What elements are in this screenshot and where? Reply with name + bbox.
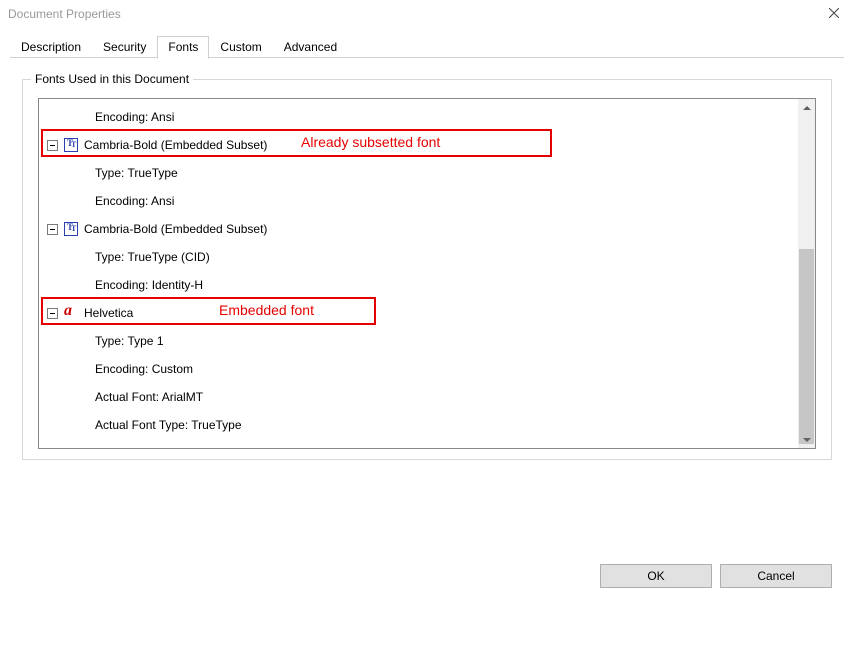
font-tree-item[interactable]: Helvetica xyxy=(39,299,798,327)
scroll-up-button[interactable] xyxy=(798,99,815,116)
tab-label: Security xyxy=(103,40,146,54)
font-tree-detail: Type: Type 1 xyxy=(39,327,798,355)
titlebar: Document Properties xyxy=(0,0,854,28)
scrollbar-thumb[interactable] xyxy=(799,249,814,444)
scroll-down-button[interactable] xyxy=(798,431,815,448)
tree-row-text: Type: TrueType xyxy=(95,166,178,180)
vertical-scrollbar[interactable] xyxy=(798,99,815,448)
close-icon xyxy=(829,7,839,21)
window-title: Document Properties xyxy=(8,7,121,21)
chevron-down-icon xyxy=(803,433,811,447)
tree-row-text: Type: TrueType (CID) xyxy=(95,250,210,264)
tab-label: Advanced xyxy=(284,40,337,54)
tree-row-text: Type: Type 1 xyxy=(95,334,164,348)
font-tree-detail: Actual Font Type: TrueType xyxy=(39,411,798,439)
tab-advanced[interactable]: Advanced xyxy=(273,36,348,58)
ok-button[interactable]: OK xyxy=(600,564,712,588)
tree-expander[interactable] xyxy=(47,224,58,235)
font-tree-item[interactable]: Cambria-Bold (Embedded Subset) xyxy=(39,215,798,243)
tree-row-text: Actual Font Type: TrueType xyxy=(95,418,242,432)
tab-description[interactable]: Description xyxy=(10,36,92,58)
tab-label: Description xyxy=(21,40,81,54)
tab-fonts[interactable]: Fonts xyxy=(157,36,209,59)
tree-row-text: Helvetica xyxy=(84,306,133,320)
font-tree-viewport: Encoding: Ansi Cambria-Bold (Embedded Sub… xyxy=(38,98,816,449)
tree-row-text: Encoding: Ansi xyxy=(95,110,174,124)
font-tree[interactable]: Encoding: Ansi Cambria-Bold (Embedded Sub… xyxy=(39,99,798,439)
tab-custom[interactable]: Custom xyxy=(209,36,272,58)
tabstrip: Description Security Fonts Custom Advanc… xyxy=(10,34,844,58)
truetype-font-icon xyxy=(64,138,78,152)
tree-row-text: Encoding: Ansi xyxy=(95,194,174,208)
tree-row-text: Actual Font: ArialMT xyxy=(95,390,203,404)
font-tree-detail: Encoding: Custom xyxy=(39,355,798,383)
cancel-button[interactable]: Cancel xyxy=(720,564,832,588)
group-legend: Fonts Used in this Document xyxy=(31,72,193,86)
tab-body: Fonts Used in this Document Encoding: An… xyxy=(10,58,844,598)
font-tree-detail: Actual Font: ArialMT xyxy=(39,383,798,411)
chevron-up-icon xyxy=(803,101,811,115)
tree-expander[interactable] xyxy=(47,140,58,151)
tab-security[interactable]: Security xyxy=(92,36,157,58)
truetype-font-icon xyxy=(64,222,78,236)
tree-row-text: Cambria-Bold (Embedded Subset) xyxy=(84,138,267,152)
font-tree-detail: Encoding: Ansi xyxy=(39,187,798,215)
font-tree-detail: Type: TrueType (CID) xyxy=(39,243,798,271)
button-label: Cancel xyxy=(757,569,794,583)
tab-label: Custom xyxy=(220,40,261,54)
window-close-button[interactable] xyxy=(814,0,854,28)
button-label: OK xyxy=(647,569,664,583)
tree-row-text: Cambria-Bold (Embedded Subset) xyxy=(84,222,267,236)
fonts-group: Fonts Used in this Document Encoding: An… xyxy=(22,72,832,460)
tree-row-text: Encoding: Identity-H xyxy=(95,278,203,292)
tree-row-text: Encoding: Custom xyxy=(95,362,193,376)
font-tree-detail: Encoding: Identity-H xyxy=(39,271,798,299)
tree-expander[interactable] xyxy=(47,308,58,319)
font-tree-detail: Type: TrueType xyxy=(39,159,798,187)
font-tree-detail: Encoding: Ansi xyxy=(39,103,798,131)
type1-font-icon xyxy=(64,306,78,320)
dialog-button-row: OK Cancel xyxy=(600,564,832,588)
tab-label: Fonts xyxy=(168,40,198,54)
font-tree-scroll: Encoding: Ansi Cambria-Bold (Embedded Sub… xyxy=(39,99,798,448)
font-tree-item[interactable]: Cambria-Bold (Embedded Subset) xyxy=(39,131,798,159)
